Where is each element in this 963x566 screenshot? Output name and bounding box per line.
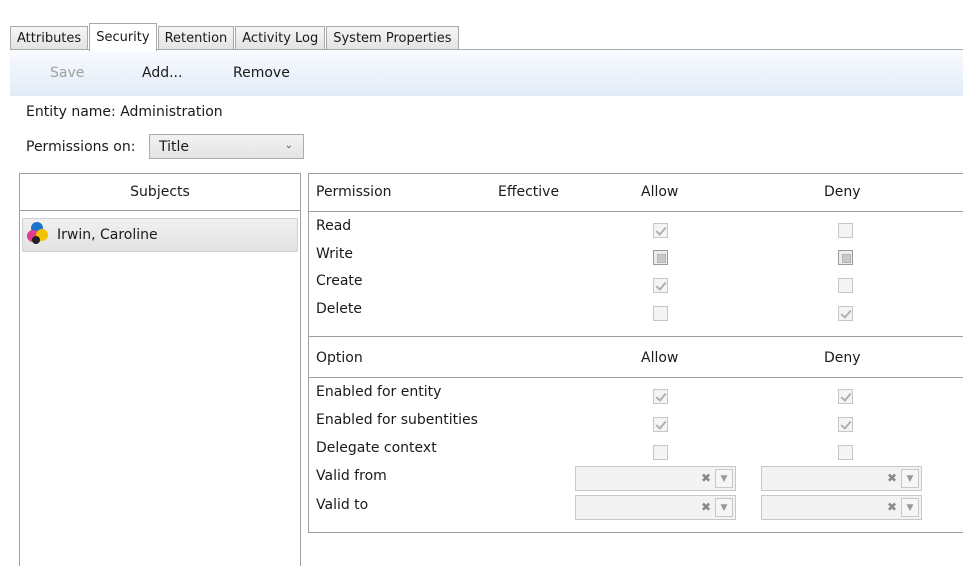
permissions-on-label: Permissions on: (26, 139, 136, 155)
subject-item[interactable]: Irwin, Caroline (22, 218, 298, 252)
create-deny-checkbox[interactable] (838, 278, 853, 293)
tab-strip: Attributes Security Retention Activity L… (10, 22, 460, 51)
valid-from-deny-date[interactable]: ✖ ▼ (761, 466, 922, 491)
write-allow-checkbox[interactable] (653, 250, 668, 265)
clear-icon[interactable]: ✖ (887, 471, 897, 485)
write-deny-checkbox[interactable] (838, 250, 853, 265)
option-deny-header: Deny (824, 350, 861, 366)
valid-to-allow-date[interactable]: ✖ ▼ (575, 495, 736, 520)
permissions-panel: Permission Effective Allow Deny Read Wri… (308, 173, 963, 533)
entity-name-row: Entity name: Administration (26, 104, 223, 120)
chevron-down-icon: ⌄ (284, 140, 293, 151)
chevron-down-icon[interactable]: ▼ (715, 469, 733, 488)
delegate-context-label: Delegate context (316, 440, 437, 456)
subject-name: Irwin, Caroline (57, 227, 158, 243)
delete-allow-checkbox[interactable] (653, 306, 668, 321)
option-column-header: Option (316, 350, 363, 366)
remove-button[interactable]: Remove (233, 65, 290, 81)
tab-activity-log[interactable]: Activity Log (235, 26, 326, 50)
chevron-down-icon[interactable]: ▼ (901, 469, 919, 488)
delegate-allow-checkbox[interactable] (653, 445, 668, 460)
permission-create-label: Create (316, 273, 363, 289)
option-header-divider (309, 377, 963, 378)
tab-system-properties[interactable]: System Properties (326, 26, 459, 50)
enabled-entity-deny-checkbox[interactable] (838, 389, 853, 404)
valid-to-deny-date[interactable]: ✖ ▼ (761, 495, 922, 520)
group-icon (27, 221, 57, 249)
permission-read-label: Read (316, 218, 352, 234)
enabled-for-subentities-label: Enabled for subentities (316, 412, 478, 428)
permission-column-header: Permission (316, 184, 392, 200)
valid-to-label: Valid to (316, 497, 369, 513)
permissions-on-value: Title (159, 138, 190, 155)
clear-icon[interactable]: ✖ (701, 500, 711, 514)
entity-name-value: Administration (120, 104, 223, 120)
enabled-subentities-deny-checkbox[interactable] (838, 417, 853, 432)
clear-icon[interactable]: ✖ (701, 471, 711, 485)
section-divider (309, 336, 963, 337)
permissions-on-select[interactable]: Title ⌄ (149, 134, 304, 159)
save-button[interactable]: Save (50, 65, 84, 81)
subjects-header: Subjects (20, 174, 300, 211)
effective-column-header: Effective (498, 184, 560, 200)
chevron-down-icon[interactable]: ▼ (715, 498, 733, 517)
enabled-subentities-allow-checkbox[interactable] (653, 417, 668, 432)
permission-write-label: Write (316, 246, 353, 262)
valid-from-allow-date[interactable]: ✖ ▼ (575, 466, 736, 491)
read-deny-checkbox[interactable] (838, 223, 853, 238)
delegate-deny-checkbox[interactable] (838, 445, 853, 460)
delete-deny-checkbox[interactable] (838, 306, 853, 321)
clear-icon[interactable]: ✖ (887, 500, 897, 514)
enabled-entity-allow-checkbox[interactable] (653, 389, 668, 404)
chevron-down-icon[interactable]: ▼ (901, 498, 919, 517)
permission-delete-label: Delete (316, 301, 362, 317)
create-allow-checkbox[interactable] (653, 278, 668, 293)
enabled-for-entity-label: Enabled for entity (316, 384, 442, 400)
tab-retention[interactable]: Retention (157, 26, 235, 50)
tab-attributes[interactable]: Attributes (10, 26, 89, 50)
add-button[interactable]: Add... (142, 65, 182, 81)
tab-security[interactable]: Security (89, 23, 157, 51)
subjects-panel: Subjects Irwin, Caroline (19, 173, 301, 566)
read-allow-checkbox[interactable] (653, 223, 668, 238)
option-allow-header: Allow (641, 350, 679, 366)
deny-column-header: Deny (824, 184, 861, 200)
toolbar: Save Add... Remove (10, 50, 963, 96)
valid-from-label: Valid from (316, 468, 387, 484)
header-divider (309, 211, 963, 212)
allow-column-header: Allow (641, 184, 679, 200)
entity-name-label: Entity name: (26, 104, 116, 120)
